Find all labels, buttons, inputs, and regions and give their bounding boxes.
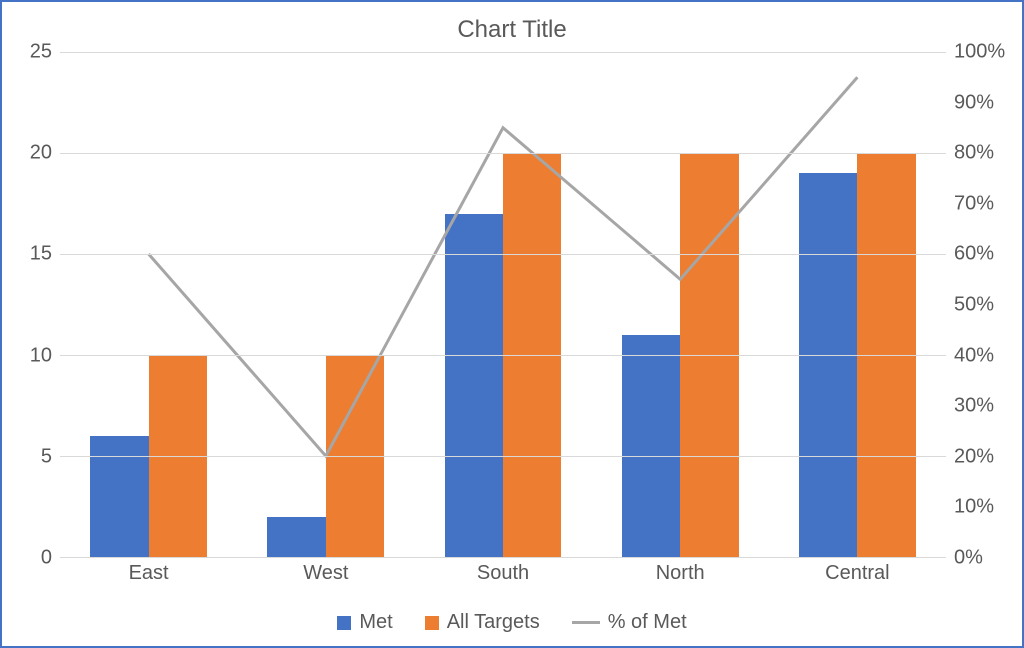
y-right-tick: 60% — [954, 243, 994, 266]
legend-swatch-all-targets — [425, 616, 439, 630]
y-right-tick: 0% — [954, 547, 983, 570]
line-series — [60, 52, 946, 557]
x-axis-label: Central — [825, 562, 889, 585]
y-left-tick: 0 — [41, 547, 52, 570]
x-axis-labels: East West South North Central — [60, 558, 946, 586]
y-axis-left: 0510152025 — [14, 52, 60, 558]
pct-met-line — [149, 77, 858, 456]
chart-frame: Chart Title 0 5 10 15 20 25 0% 10% 20% 30% 40% 50%… — [0, 0, 1024, 648]
legend-label-all-targets: All Targets — [447, 611, 540, 634]
legend-label-met: Met — [359, 611, 392, 634]
chart-title: Chart Title — [2, 2, 1022, 50]
y-right-tick: 40% — [954, 344, 994, 367]
grid-line — [60, 52, 946, 53]
y-axis-right: 0%10%20%30%40%50%60%70%80%90%100% — [946, 52, 1010, 558]
grid-line — [60, 254, 946, 255]
legend-swatch-pct-met — [572, 621, 600, 624]
y-right-tick: 100% — [954, 41, 1005, 64]
y-right-tick: 50% — [954, 294, 994, 317]
legend-item-pct-met: % of Met — [572, 611, 687, 634]
y-right-tick: 30% — [954, 395, 994, 418]
y-left-tick: 10 — [30, 344, 52, 367]
x-axis-label: North — [656, 562, 705, 585]
grid-line — [60, 355, 946, 356]
y-left-tick: 5 — [41, 445, 52, 468]
x-axis-label: West — [303, 562, 348, 585]
legend-swatch-met — [337, 616, 351, 630]
plot-wrap: 0510152025 0%10%20%30%40%50%60%70%80%90%… — [14, 52, 1010, 586]
legend: Met All Targets % of Met — [2, 611, 1022, 634]
legend-label-pct-met: % of Met — [608, 611, 687, 634]
y-left-tick: 25 — [30, 41, 52, 64]
y-right-tick: 70% — [954, 192, 994, 215]
y-right-tick: 10% — [954, 496, 994, 519]
plot-area — [60, 52, 946, 558]
y-right-tick: 80% — [954, 142, 994, 165]
legend-item-met: Met — [337, 611, 392, 634]
y-right-tick: 90% — [954, 91, 994, 114]
y-right-tick: 20% — [954, 445, 994, 468]
y-left-tick: 20 — [30, 142, 52, 165]
grid-line — [60, 153, 946, 154]
x-axis-label: East — [129, 562, 169, 585]
x-axis-label: South — [477, 562, 529, 585]
grid-line — [60, 456, 946, 457]
legend-item-all-targets: All Targets — [425, 611, 540, 634]
y-left-tick: 15 — [30, 243, 52, 266]
